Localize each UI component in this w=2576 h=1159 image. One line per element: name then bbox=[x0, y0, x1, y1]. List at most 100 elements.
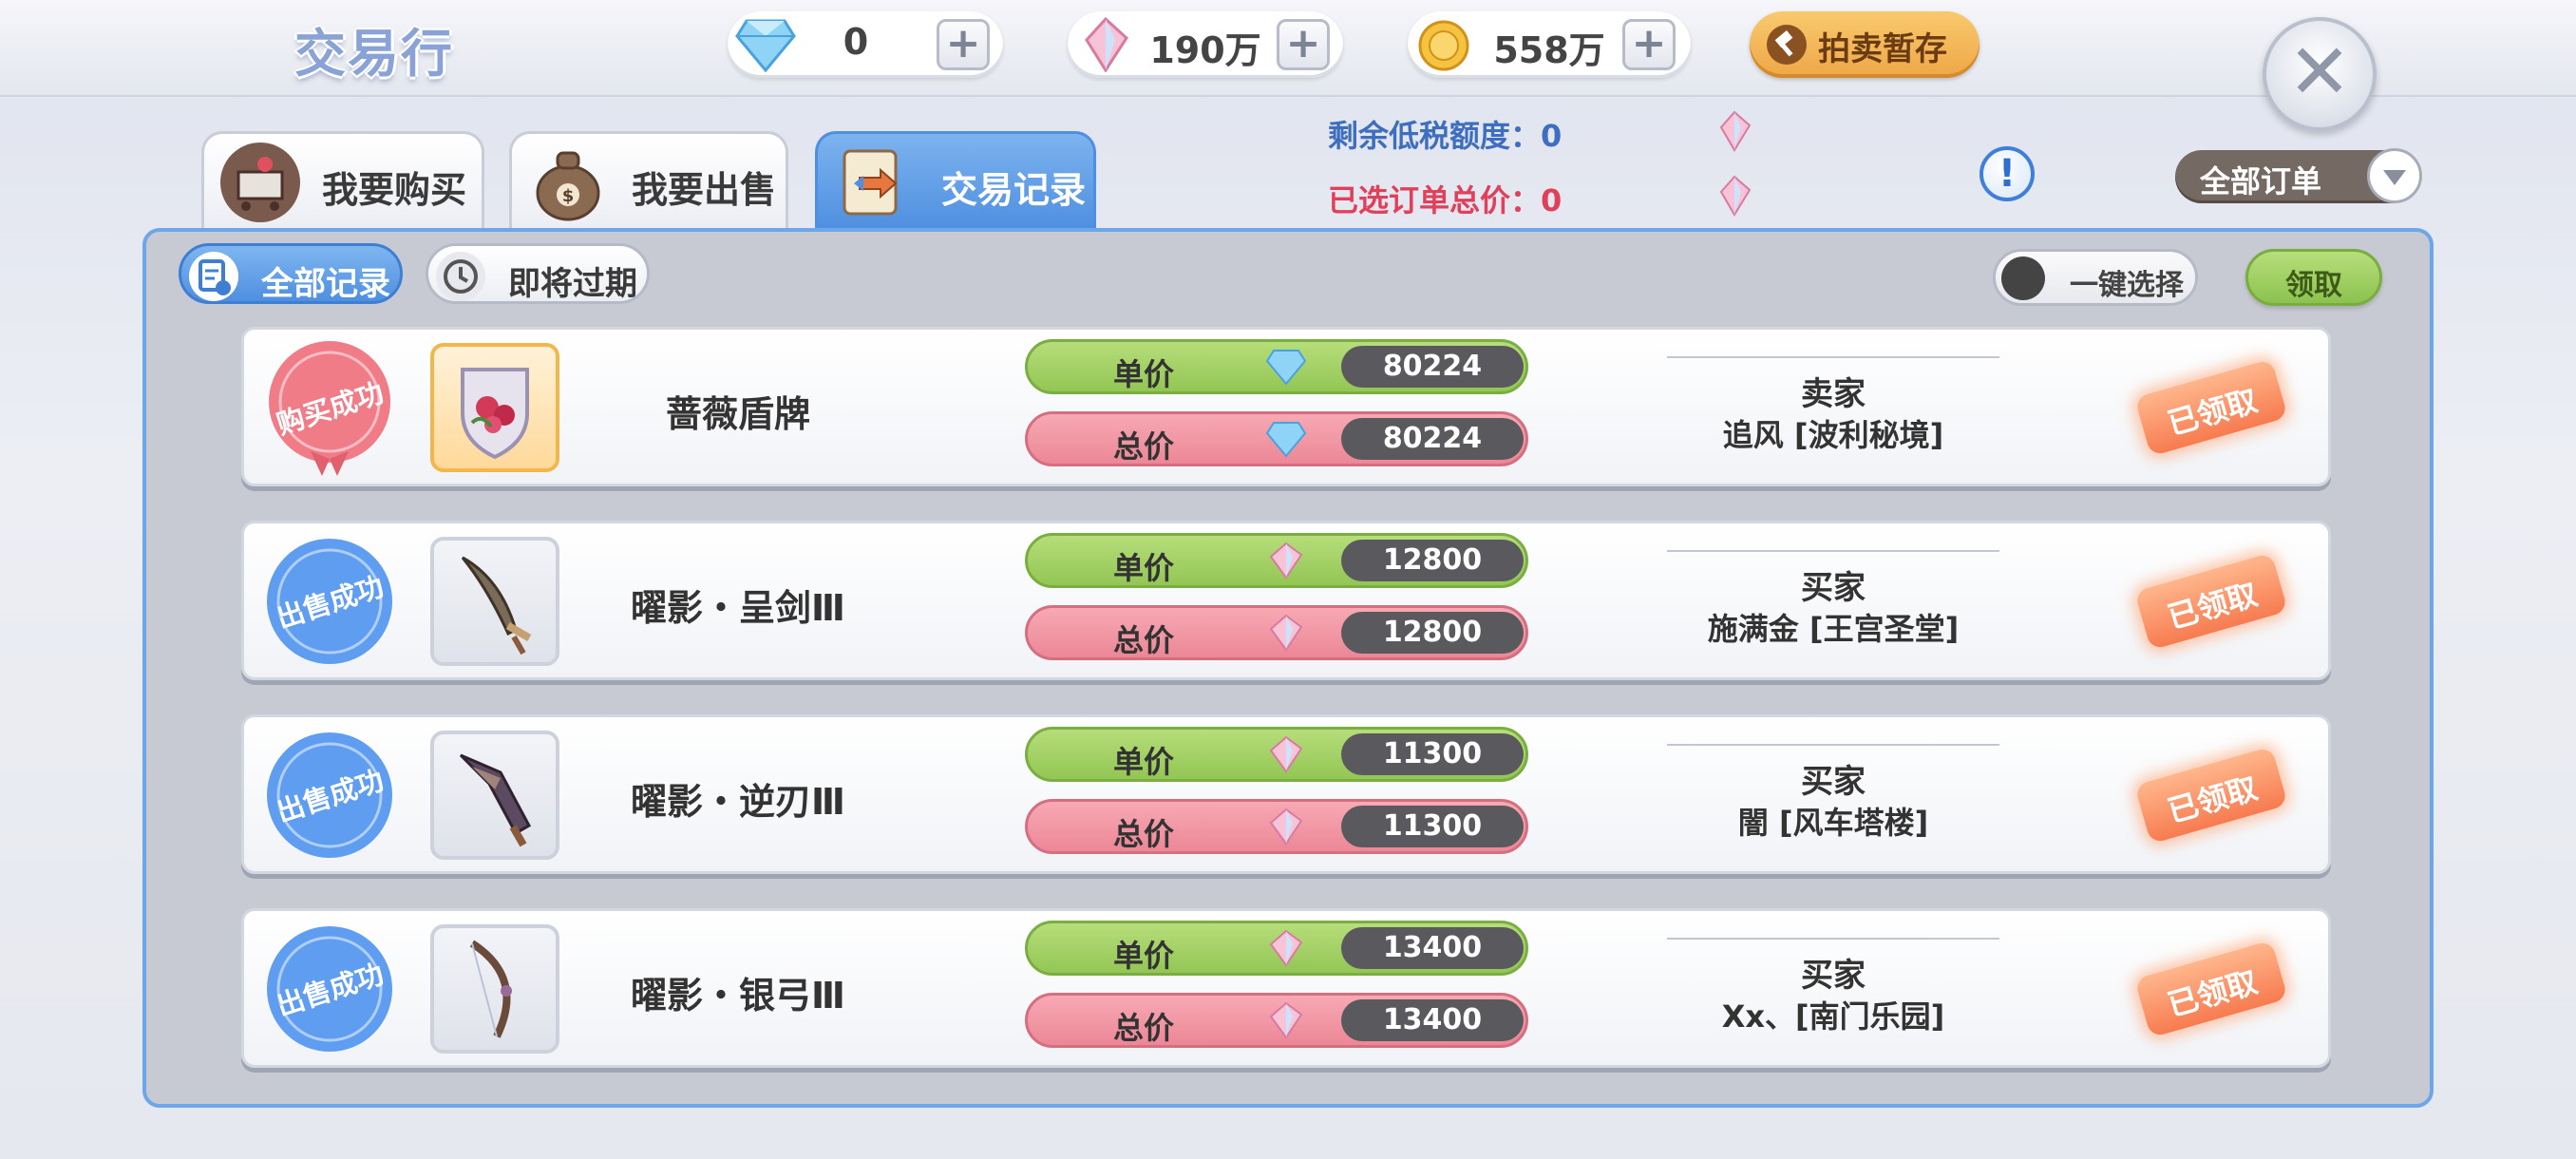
clock-history-icon bbox=[436, 252, 485, 301]
status-stamp: 出售成功 bbox=[261, 533, 398, 670]
item-name: 曜影・银弓Ⅲ bbox=[631, 975, 845, 1016]
counterparty-name: Xx、[南门乐园] bbox=[1721, 998, 1945, 1035]
tax-free-quota: 剩余低税额度：0 bbox=[1328, 118, 1563, 154]
diamond-icon bbox=[1265, 350, 1307, 386]
tab-buy[interactable]: 我要购买 bbox=[201, 131, 484, 228]
divider bbox=[1667, 938, 1999, 940]
divider bbox=[1667, 550, 1999, 552]
diamond-icon bbox=[735, 19, 796, 72]
item-name: 蔷薇盾牌 bbox=[665, 393, 810, 435]
total-price-bar: 总价 13400 bbox=[1025, 993, 1528, 1048]
claimed-badge: 已领取 bbox=[2134, 746, 2288, 845]
total-price-bar: 总价 12800 bbox=[1025, 605, 1528, 660]
crystal-feather-icon bbox=[1269, 808, 1303, 846]
crystal-feather-icon bbox=[1269, 929, 1303, 967]
status-stamp: 出售成功 bbox=[261, 727, 398, 864]
diamond-resource: 0 + bbox=[728, 11, 1003, 78]
toggle-knob bbox=[2001, 256, 2045, 300]
counterparty-role: 买家 bbox=[1801, 763, 1866, 801]
rose-shield-icon bbox=[461, 368, 529, 460]
item-slot[interactable] bbox=[430, 731, 559, 860]
total-price-value: 11300 bbox=[1341, 806, 1524, 847]
item-slot[interactable] bbox=[430, 924, 559, 1054]
status-stamp: 出售成功 bbox=[261, 921, 398, 1057]
tab-buy-label: 我要购买 bbox=[322, 169, 467, 211]
crystal-feather-icon bbox=[1269, 614, 1303, 652]
selected-total-price: 已选订单总价：0 bbox=[1328, 182, 1563, 218]
close-button[interactable]: ✕ bbox=[2263, 17, 2377, 131]
crystal-value: 190万 bbox=[1149, 29, 1261, 71]
add-crystal-button[interactable]: + bbox=[1277, 19, 1330, 70]
tab-sell-label: 我要出售 bbox=[632, 169, 777, 211]
total-price-value: 12800 bbox=[1341, 612, 1524, 654]
add-gold-button[interactable]: + bbox=[1622, 19, 1676, 70]
unit-price-bar: 单价 12800 bbox=[1025, 533, 1528, 588]
item-name: 曜影・呈剑Ⅲ bbox=[631, 587, 845, 629]
unit-price-label: 单价 bbox=[1113, 938, 1175, 974]
svg-text:$: $ bbox=[562, 186, 575, 206]
record-row[interactable]: 出售成功 曜影・银弓Ⅲ 单价 13400 总价 13400 买家 Xx、[南门乐… bbox=[241, 908, 2331, 1068]
one-click-select-toggle[interactable]: 一键选择 bbox=[1993, 249, 2198, 306]
record-row[interactable]: 出售成功 曜影・逆刃Ⅲ 单价 11300 总价 11300 买家 闇 [风车塔楼… bbox=[241, 714, 2331, 874]
money-bag-icon: $ bbox=[536, 151, 600, 221]
subtab-expiring-soon-label: 即将过期 bbox=[508, 265, 637, 303]
tab-sell[interactable]: $ 我要出售 bbox=[509, 131, 788, 228]
counterparty-name: 闇 [风车塔楼] bbox=[1737, 805, 1929, 841]
item-slot[interactable] bbox=[430, 343, 559, 472]
record-row[interactable]: 出售成功 曜影・呈剑Ⅲ 单价 12800 总价 12800 买家 施满金 [王宫… bbox=[241, 521, 2331, 680]
claim-button-label: 领取 bbox=[2285, 269, 2342, 302]
counterparty-role: 买家 bbox=[1801, 957, 1866, 995]
total-price-value: 13400 bbox=[1341, 999, 1524, 1041]
crystal-feather-icon bbox=[1719, 110, 1752, 152]
total-price-label: 总价 bbox=[1113, 622, 1175, 658]
counterparty-role: 卖家 bbox=[1801, 375, 1866, 413]
close-icon: ✕ bbox=[2287, 28, 2352, 116]
item-name: 曜影・逆刃Ⅲ bbox=[631, 781, 845, 823]
gavel-icon bbox=[1767, 25, 1807, 65]
claimed-label: 已领取 bbox=[2163, 963, 2262, 1024]
total-price-value: 80224 bbox=[1341, 418, 1524, 460]
subtab-all-records[interactable]: 全部记录 bbox=[179, 243, 403, 304]
auction-storage-button[interactable]: 拍卖暂存 bbox=[1750, 11, 1979, 78]
diamond-value: 0 bbox=[843, 21, 869, 63]
shopping-cart-icon bbox=[220, 142, 300, 222]
total-price-label: 总价 bbox=[1113, 1010, 1175, 1046]
unit-price-label: 单价 bbox=[1113, 550, 1175, 586]
crystal-feather-icon bbox=[1269, 542, 1303, 580]
unit-price-bar: 单价 13400 bbox=[1025, 921, 1528, 976]
divider bbox=[1667, 356, 1999, 358]
exclamation-icon: ! bbox=[1998, 152, 2017, 196]
page-title: 交易行 bbox=[294, 24, 454, 84]
subtab-expiring-soon[interactable]: 即将过期 bbox=[426, 243, 650, 304]
claimed-label: 已领取 bbox=[2163, 770, 2262, 830]
order-filter-label: 全部订单 bbox=[2200, 163, 2322, 200]
claimed-label: 已领取 bbox=[2163, 382, 2262, 443]
claimed-badge: 已领取 bbox=[2134, 358, 2288, 457]
item-slot[interactable] bbox=[430, 537, 559, 666]
records-icon bbox=[189, 252, 238, 301]
crystal-resource: 190万 + bbox=[1068, 11, 1343, 78]
gold-value: 558万 bbox=[1493, 29, 1605, 71]
crystal-feather-icon bbox=[1269, 1001, 1303, 1039]
add-diamond-button[interactable]: + bbox=[937, 19, 990, 70]
total-price-label: 总价 bbox=[1113, 816, 1175, 852]
subtab-all-records-label: 全部记录 bbox=[261, 265, 390, 303]
counterparty-name: 施满金 [王宫圣堂] bbox=[1707, 611, 1960, 647]
gold-resource: 558万 + bbox=[1408, 11, 1691, 78]
info-button[interactable]: ! bbox=[1979, 146, 2035, 201]
total-price-label: 总价 bbox=[1113, 428, 1175, 465]
reverse-blade-icon bbox=[459, 753, 532, 847]
chevron-down-icon bbox=[2367, 148, 2422, 203]
auction-storage-label: 拍卖暂存 bbox=[1818, 30, 1947, 68]
one-click-select-label: 一键选择 bbox=[2070, 269, 2184, 302]
total-price-bar: 总价 80224 bbox=[1025, 411, 1528, 466]
tab-trade-records[interactable]: 交易记录 bbox=[815, 131, 1096, 230]
claim-button[interactable]: 领取 bbox=[2245, 249, 2382, 306]
trade-record-icon bbox=[843, 149, 898, 216]
claimed-label: 已领取 bbox=[2163, 576, 2262, 636]
unit-price-bar: 单价 80224 bbox=[1025, 339, 1528, 394]
order-filter-dropdown[interactable]: 全部订单 bbox=[2175, 148, 2422, 203]
record-row[interactable]: 购买成功 蔷薇盾牌 单价 80224 总价 80224 卖家 追风 [波利秘境]… bbox=[241, 327, 2331, 486]
status-stamp: 购买成功 bbox=[261, 339, 398, 476]
tab-trade-records-label: 交易记录 bbox=[941, 169, 1087, 211]
